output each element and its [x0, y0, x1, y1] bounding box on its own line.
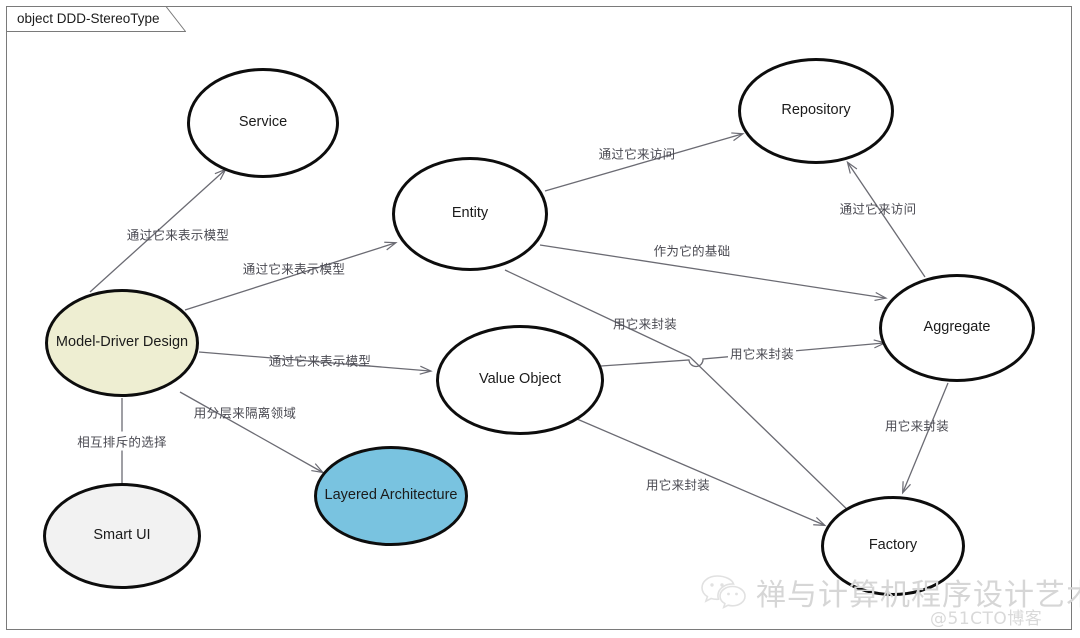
edge-label-aggregate-factory: 用它来封装	[884, 418, 950, 434]
edge-label-mdd-service: 通过它来表示模型	[126, 227, 230, 243]
edge-label-entity-repository: 通过它来访问	[598, 146, 676, 162]
node-smart-ui[interactable]: Smart UI	[43, 483, 201, 589]
node-label-service: Service	[238, 114, 288, 131]
node-label-layered-architecture: Layered Architecture	[324, 487, 458, 504]
node-aggregate[interactable]: Aggregate	[879, 274, 1035, 382]
edge-label-mdd-entity: 通过它来表示模型	[242, 261, 346, 277]
node-label-smart-ui: Smart UI	[93, 527, 151, 544]
node-repository[interactable]: Repository	[738, 58, 894, 164]
watermark-source: @51CTO博客	[930, 609, 1043, 629]
edge-label-valueobject-factory: 用它来封装	[645, 477, 711, 493]
diagram-canvas: object DDD-StereoType Service Entity Rep…	[0, 0, 1080, 638]
node-factory[interactable]: Factory	[821, 496, 965, 596]
edge-label-entity-factory: 用它来封装	[612, 316, 678, 332]
edge-label-valueobject-aggregate: 用它来封装	[727, 343, 797, 363]
edge-label-mdd-smartui: 相互排斥的选择	[74, 431, 170, 451]
edge-label-mdd-layered: 用分层来隔离领域	[193, 405, 297, 421]
node-layered-architecture[interactable]: Layered Architecture	[314, 446, 468, 546]
node-label-model-driver-design: Model-Driver Design	[55, 334, 189, 351]
edge-aggregate-factory	[901, 382, 949, 495]
node-label-factory: Factory	[868, 537, 918, 554]
node-label-aggregate: Aggregate	[923, 319, 991, 336]
node-label-entity: Entity	[451, 205, 489, 222]
node-service[interactable]: Service	[187, 68, 339, 178]
node-value-object[interactable]: Value Object	[436, 325, 604, 435]
node-label-value-object: Value Object	[479, 371, 561, 388]
node-model-driver-design[interactable]: Model-Driver Design	[45, 289, 199, 397]
node-label-repository: Repository	[781, 102, 851, 119]
edge-label-mdd-valueobject: 通过它来表示模型	[268, 353, 372, 369]
edge-label-aggregate-repository: 通过它来访问	[839, 201, 917, 217]
edge-valueobject-factory	[576, 418, 827, 527]
edge-aggregate-repository	[846, 160, 926, 278]
node-entity[interactable]: Entity	[392, 157, 548, 271]
edge-label-entity-aggregate: 作为它的基础	[653, 243, 731, 259]
